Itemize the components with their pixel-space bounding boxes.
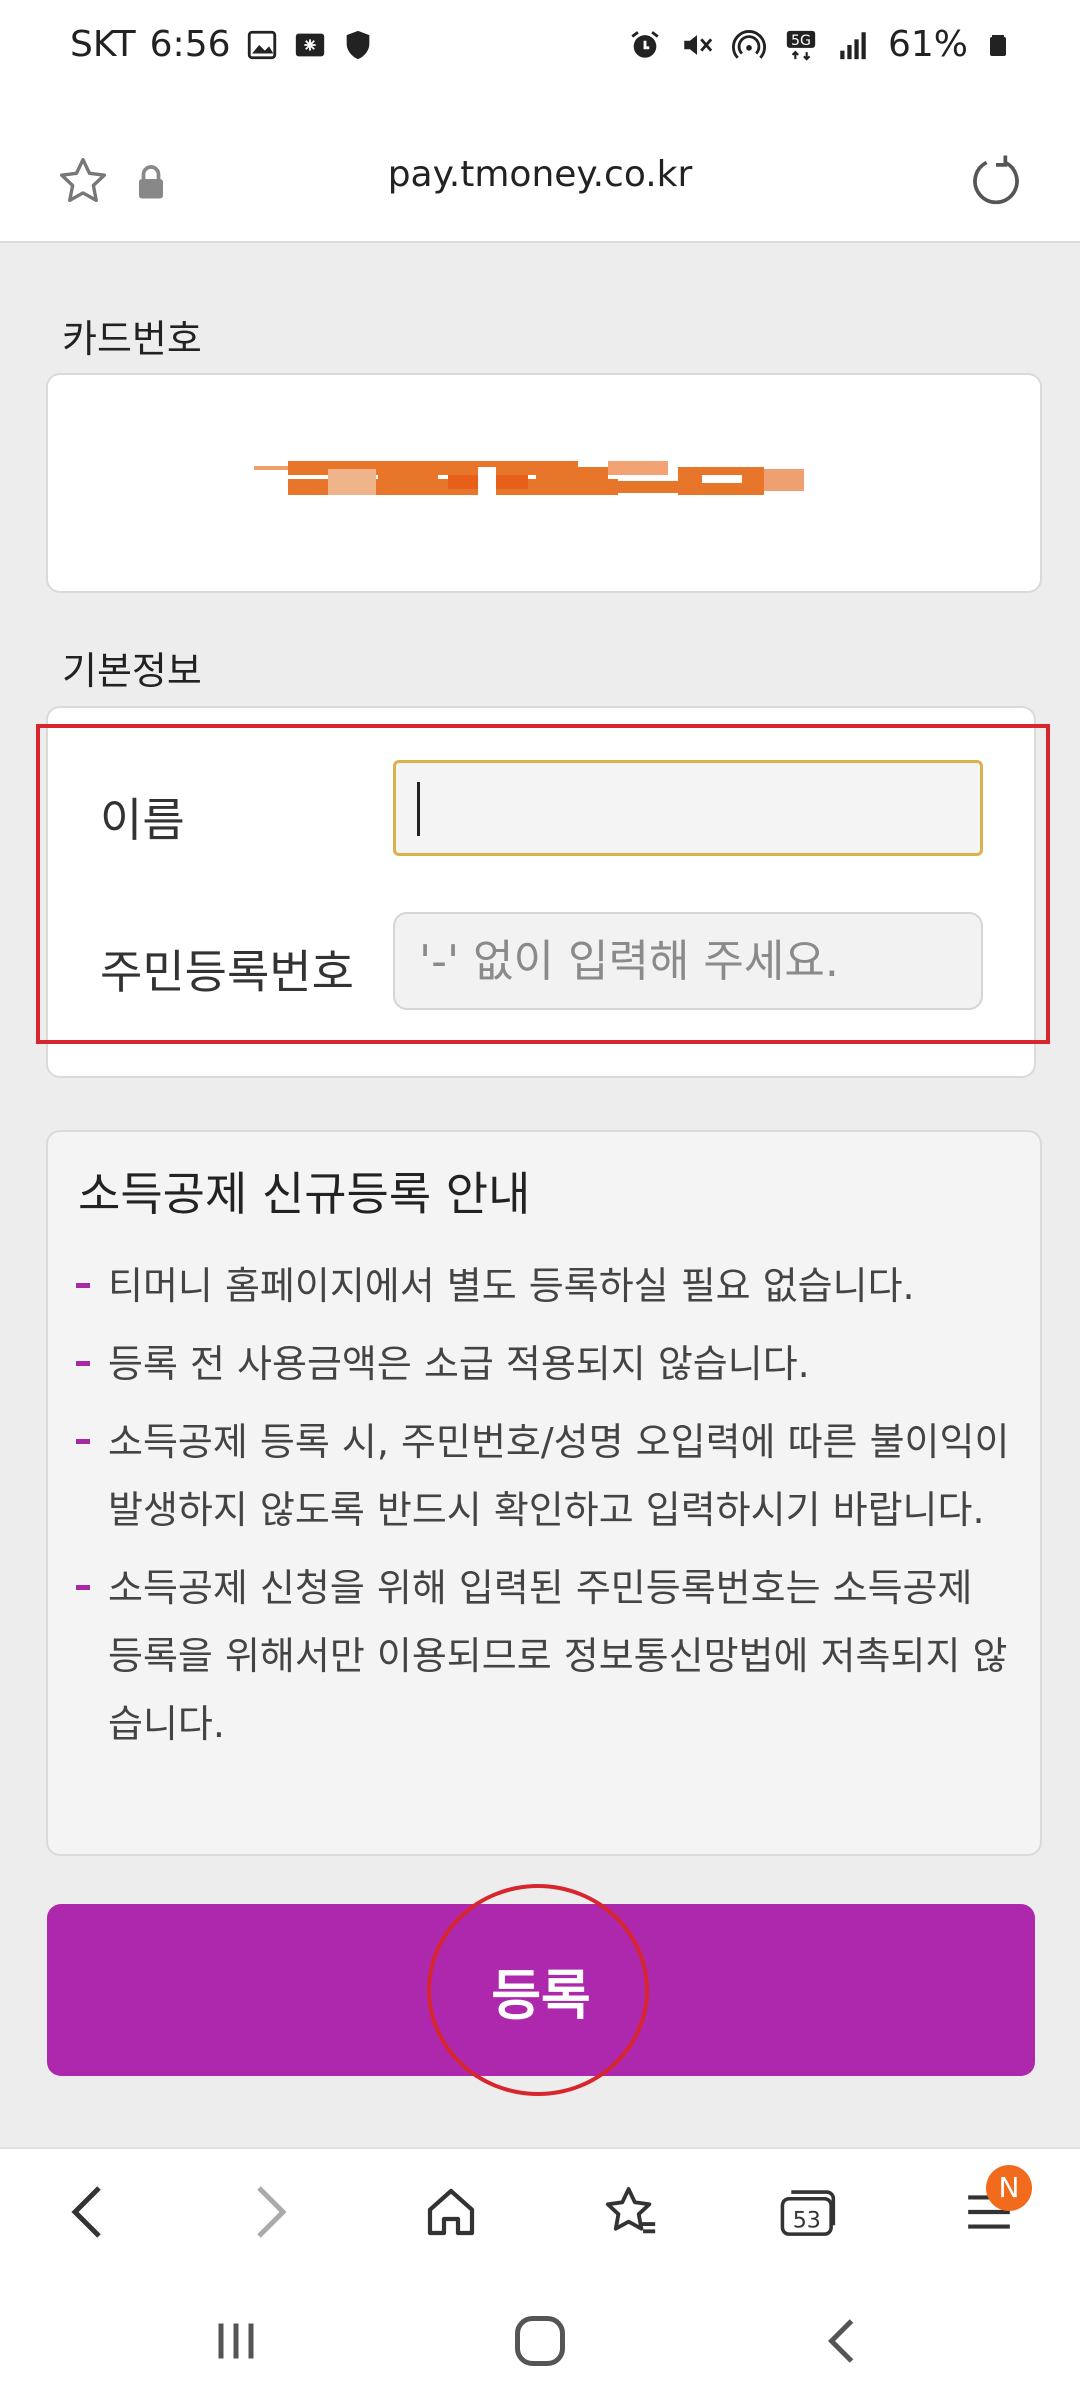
- battery-percent: 61%: [887, 24, 968, 65]
- tabs-icon: 53: [780, 2190, 836, 2236]
- tab-count: 53: [793, 2208, 821, 2234]
- shield-icon: [346, 30, 369, 59]
- battery-icon: [990, 34, 1006, 56]
- nav-forward-button[interactable]: [236, 2177, 306, 2247]
- card-number-label: 카드번호: [62, 317, 202, 361]
- clock: 6:56: [149, 24, 231, 65]
- svg-text:5G: 5G: [791, 33, 811, 49]
- keyboard-icon: [295, 33, 324, 56]
- recents-icon[interactable]: [206, 2311, 266, 2371]
- basic-info-label: 기본정보: [62, 649, 202, 693]
- status-right: 5G 61%: [628, 24, 1010, 65]
- address-bar: pay.tmoney.co.kr: [0, 100, 1080, 243]
- alarm-icon: [631, 30, 659, 58]
- bullet-dash-icon: [76, 1439, 90, 1444]
- gallery-icon: [247, 30, 276, 59]
- nav-home-button[interactable]: [416, 2177, 486, 2247]
- reload-icon[interactable]: [968, 152, 1024, 208]
- signal-icon: [840, 31, 866, 59]
- system-back-icon[interactable]: [814, 2311, 874, 2371]
- notification-badge: N: [986, 2165, 1032, 2211]
- highlight-annotation-circle: [427, 1884, 649, 2096]
- list-item: 소득공제 등록 시, 주민번호/성명 오입력에 따른 불이익이 발생하지 않도록…: [72, 1408, 1012, 1544]
- back-icon: [71, 2186, 101, 2238]
- notice-item-text: 티머니 홈페이지에서 별도 등록하실 필요 없습니다.: [108, 1264, 915, 1308]
- mute-icon: [684, 34, 713, 55]
- home-circle-icon[interactable]: [510, 2311, 570, 2371]
- notice-item-text: 소득공제 신청을 위해 입력된 주민등록번호는 소득공제 등록을 위해서만 이용…: [108, 1566, 1008, 1746]
- bullet-dash-icon: [76, 1283, 90, 1288]
- url-text[interactable]: pay.tmoney.co.kr: [0, 154, 1080, 195]
- list-item: 등록 전 사용금액은 소급 적용되지 않습니다.: [72, 1330, 1012, 1398]
- nav-back-button[interactable]: [52, 2177, 122, 2247]
- highlight-annotation-box: [36, 724, 1050, 1044]
- system-nav-bar: [0, 2275, 1080, 2400]
- card-number-redacted-image: [254, 461, 804, 499]
- status-left: SKT 6:56: [70, 24, 375, 65]
- nav-bookmarks-button[interactable]: [596, 2177, 666, 2247]
- home-icon: [427, 2188, 475, 2236]
- notice-title: 소득공제 신규등록 안내: [78, 1167, 531, 1221]
- browser-bottom-nav: 53: [0, 2147, 1080, 2275]
- list-item: 티머니 홈페이지에서 별도 등록하실 필요 없습니다.: [72, 1252, 1012, 1320]
- nav-tabs-button[interactable]: 53: [774, 2177, 844, 2247]
- bullet-dash-icon: [76, 1585, 90, 1590]
- list-item: 소득공제 신청을 위해 입력된 주민등록번호는 소득공제 등록을 위해서만 이용…: [72, 1554, 1012, 1758]
- notice-list: 티머니 홈페이지에서 별도 등록하실 필요 없습니다. 등록 전 사용금액은 소…: [72, 1252, 1012, 1768]
- notice-item-text: 등록 전 사용금액은 소급 적용되지 않습니다.: [108, 1342, 810, 1386]
- carrier-label: SKT: [70, 24, 136, 65]
- status-bar: SKT 6:56 5G 61%: [0, 0, 1080, 100]
- notice-item-text: 소득공제 등록 시, 주민번호/성명 오입력에 따른 불이익이 발생하지 않도록…: [108, 1420, 1010, 1532]
- 5g-icon: 5G: [786, 30, 816, 61]
- forward-icon: [257, 2186, 287, 2238]
- bookmarks-icon: [605, 2187, 656, 2234]
- hotspot-icon: [732, 29, 766, 59]
- card-number-box: [46, 373, 1042, 593]
- bullet-dash-icon: [76, 1361, 90, 1366]
